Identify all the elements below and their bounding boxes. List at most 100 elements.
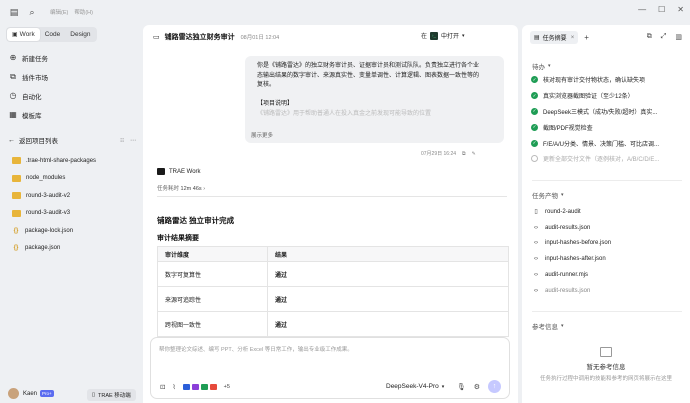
task-date: 08月01日 12:04 — [240, 35, 280, 41]
close-icon[interactable]: ✕ — [677, 5, 684, 14]
menu-help[interactable]: 帮助(H) — [74, 8, 93, 16]
code-file-icon: ‹› — [534, 224, 538, 231]
duration-label: 任务耗时 — [157, 186, 180, 192]
divider — [532, 311, 682, 312]
file-name: round-3-audit-v2 — [26, 192, 71, 199]
artifact-item[interactable]: ▯ round-2-audit — [532, 204, 611, 220]
summary-tab-bar: ▤ 任务摘要 × + — [530, 31, 589, 44]
sidebar: ▣ Work Code Design ⊕ 新建任务 ⧉ 插件市场 ◷ 自动化 ▦… — [0, 24, 143, 403]
close-tab-icon[interactable]: × — [571, 35, 575, 41]
empty-description: 任务执行过程中调用的技能和参考的网页将展示在这里 — [539, 376, 672, 382]
open-external-icon[interactable]: ⧉ — [647, 33, 652, 41]
tab-work[interactable]: ▣ Work — [7, 28, 40, 41]
more-apps-count[interactable]: +5 — [224, 384, 230, 390]
artifact-item[interactable]: ‹› audit-results.json — [532, 283, 611, 299]
settings-icon[interactable]: ⚙︎ — [474, 383, 480, 391]
file-item[interactable]: round-3-audit-v3 — [12, 205, 96, 223]
agent-label: TRAE Work — [157, 168, 201, 175]
sidebar-item-plugins[interactable]: ⧉ 插件市场 — [8, 67, 48, 86]
maximize-icon[interactable]: ☐ — [658, 5, 665, 14]
todo-section-title[interactable]: 待办 ▾ — [532, 61, 551, 71]
pending-circle-icon — [531, 155, 538, 163]
terminal-icon: ›_ — [430, 31, 439, 40]
file-item[interactable]: {} package-lock.json — [12, 222, 96, 240]
open-in-label: 中打开 — [441, 34, 460, 40]
task-duration[interactable]: 任务耗时 12m 46s › — [157, 184, 205, 192]
view-options-icon[interactable]: ⁝⁝ — [120, 137, 124, 144]
composer-right-tools: 🎙︎ ⚙︎ ↑ — [457, 380, 501, 393]
send-button[interactable]: ↑ — [488, 380, 501, 393]
trae-logo-icon — [157, 168, 165, 175]
sidebar-item-new-task[interactable]: ⊕ 新建任务 — [8, 48, 48, 67]
sidebar-item-templates[interactable]: ▦ 模板库 — [8, 105, 48, 124]
folder-icon — [12, 157, 21, 165]
artifact-item[interactable]: ‹› audit-results.json — [532, 220, 611, 236]
task-summary-panel: ▤ 任务摘要 × + ⧉ ⤢ ▥ 待办 ▾ ✓ 核对现有审计交付物状态，确认缺失项… — [522, 25, 690, 403]
check-icon: ✓ — [531, 107, 538, 115]
user-profile[interactable]: Kaen Pro+ — [8, 388, 54, 399]
sidebar-item-automation[interactable]: ◷ 自动化 — [8, 86, 48, 105]
divider — [157, 196, 507, 197]
chevron-down-icon: ▾ — [548, 63, 551, 69]
table-cell: 数字可复算性 — [157, 261, 268, 287]
message-composer[interactable]: 帮你整理论文综述、编写 PPT、分析 Excel 等日常工作，输出专业级工作成果… — [150, 337, 510, 399]
artifacts-section-title[interactable]: 任务产物 ▾ — [532, 190, 564, 200]
mobile-app-button[interactable]: ▯ TRAE 移动端 — [87, 389, 136, 401]
back-to-projects[interactable]: ← 返回项目列表 ⁝⁝ ⋯ — [8, 134, 136, 146]
attach-icon[interactable]: ⌇ — [172, 383, 175, 391]
todo-label: F/E/A/U分类、情景、决策门槛、可比店调... — [543, 141, 660, 148]
minimize-icon[interactable]: — — [638, 5, 646, 14]
duration-value: 12m 46s — [180, 186, 202, 192]
todo-item: ✓ 截图/PDF视觉检查 — [531, 119, 659, 135]
user-message-bubble: 你是《铺路雷达》的独立财务审计员、证据审计员和测试队队。负责独立进行各个业 态输… — [245, 56, 504, 143]
menu-edit[interactable]: 编辑(E) — [50, 8, 68, 16]
briefcase-icon: ▣ — [12, 32, 18, 38]
json-file-icon: {} — [13, 245, 19, 252]
document-icon: ▯ — [534, 209, 538, 216]
more-icon[interactable]: ⋯ — [130, 137, 136, 144]
chevron-down-icon: ▾ — [441, 383, 445, 390]
new-task-icon: ⊕ — [9, 53, 17, 62]
window-controls: — ☐ ✕ — [638, 5, 684, 14]
table-cell: 跨视图一致性 — [157, 311, 268, 337]
automation-icon: ◷ — [9, 91, 17, 100]
file-item[interactable]: node_modules — [12, 170, 96, 188]
tab-code[interactable]: Code — [40, 28, 66, 41]
artifact-item[interactable]: ‹› input-hashes-after.json — [532, 251, 611, 267]
folder-icon — [12, 209, 21, 217]
tab-task-summary[interactable]: ▤ 任务摘要 × — [530, 31, 579, 44]
folder-icon — [12, 192, 21, 200]
show-more-link[interactable]: 展示更多 — [251, 131, 273, 139]
open-in-terminal-button[interactable]: 在 ›_ 中打开 ▾ — [421, 31, 465, 40]
sidebar-item-label: 插件市场 — [22, 74, 48, 82]
file-item[interactable]: .trae-html-share-packages — [12, 152, 96, 170]
sidebar-toggle-icon[interactable]: ▤ — [8, 6, 20, 18]
context-icon[interactable]: ⊡ — [160, 383, 165, 391]
code-file-icon: ‹› — [534, 272, 538, 279]
add-tab-icon[interactable]: + — [584, 33, 589, 42]
mobile-app-label: TRAE 移动端 — [98, 393, 131, 399]
expand-icon[interactable]: ⤢ — [661, 33, 667, 41]
todo-item: ✓ 核对现有审计交付物状态，确认缺失项 — [531, 72, 659, 88]
model-selector[interactable]: DeepSeek-V4-Pro ▾ — [386, 383, 444, 390]
search-icon[interactable]: ⌕ — [26, 6, 38, 18]
message-line-faded: 《铺路雷达》用于帮助普通人在投入真金之前发现可能导致的位置 — [257, 110, 432, 117]
artifact-item[interactable]: ‹› input-hashes-before.json — [532, 236, 611, 252]
composer-placeholder: 帮你整理论文综述、编写 PPT、分析 Excel 等日常工作，输出专业级工作成果… — [159, 347, 353, 353]
panel-toggle-icon[interactable]: ▥ — [675, 33, 682, 41]
tab-design[interactable]: Design — [65, 28, 95, 41]
table-header: 审计维度 — [157, 246, 268, 262]
page-title: 铺路雷达独立财务审计 — [164, 34, 235, 41]
file-item[interactable]: {} package.json — [12, 240, 96, 258]
artifact-item[interactable]: ‹› audit-runner.mjs — [532, 267, 611, 283]
reference-section-title[interactable]: 参考信息 ▾ — [532, 321, 564, 331]
pdf-app-icon — [209, 384, 217, 390]
app-integrations[interactable] — [182, 384, 217, 390]
copy-icon[interactable]: ⧉ — [462, 151, 466, 157]
sidebar-nav: ⊕ 新建任务 ⧉ 插件市场 ◷ 自动化 ▦ 模板库 — [8, 48, 48, 124]
file-item[interactable]: round-3-audit-v2 — [12, 187, 96, 205]
sidebar-item-label: 自动化 — [22, 93, 42, 101]
file-name: package.json — [25, 245, 61, 252]
microphone-icon[interactable]: 🎙︎ — [457, 383, 466, 391]
edit-icon[interactable]: ✎ — [472, 151, 476, 157]
